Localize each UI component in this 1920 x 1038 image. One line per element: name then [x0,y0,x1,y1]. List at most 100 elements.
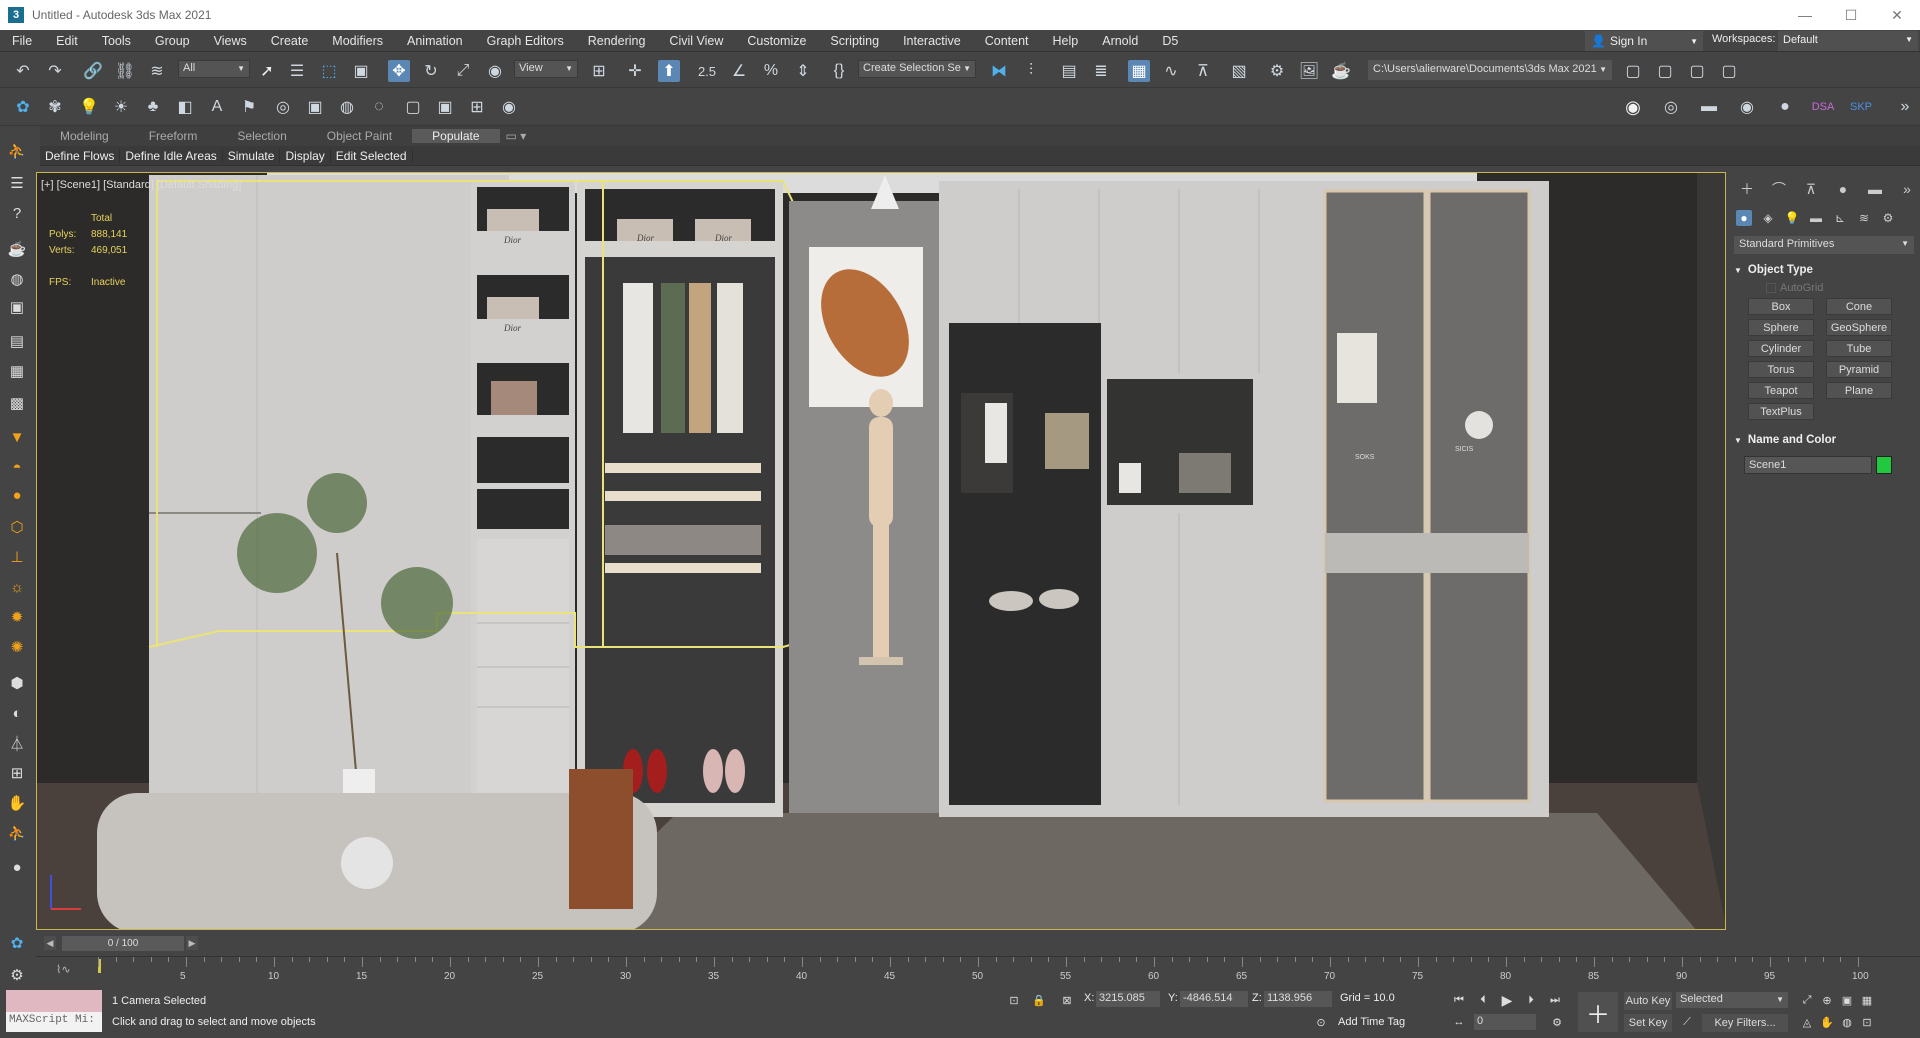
name-and-color-rollout[interactable]: ▼ Name and Color [1734,430,1914,450]
edit-named-selection-icon[interactable]: {} [828,60,850,82]
d5-render-icon[interactable]: ◉ [1622,96,1644,118]
simulate-button[interactable]: Simulate [223,148,281,163]
menu-animation[interactable]: Animation [395,34,475,48]
cone-button[interactable]: Cone [1826,298,1892,315]
populate-person-icon[interactable]: ⛹ [6,822,28,844]
skylight-icon[interactable]: ✹ [6,606,28,628]
motion-tab-icon[interactable]: ● [1832,179,1854,199]
grid-icon[interactable]: ⊞ [6,762,28,784]
dome-light-icon[interactable]: ◓ [6,456,28,478]
cameras-icon[interactable]: ▬ [1808,210,1824,226]
field-of-view-icon[interactable]: ◬ [1798,1014,1816,1030]
render-production-icon[interactable]: ☕ [1330,60,1352,82]
key-mode-icon[interactable]: ↔ [1450,1014,1468,1030]
project-folder-icon[interactable]: ▢ [1718,60,1740,82]
toggle-ribbon-icon[interactable]: ▦ [1128,60,1150,82]
arnold-ipr-icon[interactable]: ✾ [44,96,66,118]
close-button[interactable]: ✕ [1874,0,1920,30]
select-and-scale-icon[interactable]: ⤢ [452,60,474,82]
select-and-move-icon[interactable]: ✥ [388,60,410,82]
absolute-mode-icon[interactable]: ⊠ [1058,992,1076,1008]
d5-skp-icon[interactable]: SKP [1850,96,1872,118]
arnold-window-icon[interactable]: ▢ [402,96,424,118]
sphere-icon[interactable]: ◐ [6,702,28,724]
minimize-button[interactable]: — [1782,0,1828,30]
maximize-viewport-icon[interactable]: ⊡ [1858,1014,1876,1030]
y-coordinate-field[interactable]: -4846.514 [1180,991,1248,1007]
particle-icon[interactable]: ✿ [6,932,28,954]
time-tag-icon[interactable]: ⊙ [1312,1014,1330,1030]
window-crossing-icon[interactable]: ▣ [350,60,372,82]
arnold-flag-icon[interactable]: ⚑ [238,96,260,118]
isolate-selection-icon[interactable]: ⊡ [1005,992,1023,1008]
tab-populate[interactable]: Populate [412,129,500,143]
orbit-icon[interactable]: ◍ [1838,1014,1856,1030]
arnold-light-icon[interactable]: 💡 [78,96,100,118]
menu-help[interactable]: Help [1041,34,1091,48]
tab-modeling[interactable]: Modeling [40,129,129,143]
menu-arnold[interactable]: Arnold [1090,34,1150,48]
teapot-button[interactable]: Teapot [1748,382,1814,399]
zoom-icon[interactable]: ⤢ [1798,992,1816,1008]
rendered-frame-window-icon[interactable]: 🖼 [1298,60,1320,82]
scene-explorer-icon[interactable]: ☰ [6,172,28,194]
tab-object-paint[interactable]: Object Paint [307,129,412,143]
d5-sphere-icon[interactable]: ● [1774,96,1796,118]
bind-space-warp-icon[interactable]: ≋ [146,60,168,82]
perspective-viewport[interactable]: [+] [Scene1] [Standard] [Default Shading… [36,172,1726,930]
track-bar[interactable]: ⌇∿ 5 10 15 20 25 30 35 40 45 50 55 60 65 70 75 80 85 90 95… [36,956,1920,984]
layers-icon[interactable]: ▤ [6,330,28,352]
display-button[interactable]: Display [280,148,331,163]
menu-content[interactable]: Content [973,34,1041,48]
align-icon[interactable]: ⫶ [1020,60,1042,82]
go-to-start-icon[interactable]: ⏮ [1450,992,1468,1008]
redo-icon[interactable]: ↷ [44,60,66,82]
snaps-toggle-icon[interactable]: 2.5 [696,60,718,82]
menu-d5[interactable]: D5 [1150,34,1190,48]
box-button[interactable]: Box [1748,298,1814,315]
time-slider-thumb[interactable]: 0 / 100 [62,936,184,951]
create-tab-icon[interactable]: ＋ [1736,179,1758,199]
geosphere-button[interactable]: GeoSphere [1826,319,1892,336]
next-frame-icon[interactable]: ▶ [186,936,198,950]
maxscript-input[interactable]: MAXScript Mi: [6,1012,102,1032]
menu-views[interactable]: Views [202,34,259,48]
textplus-button[interactable]: TextPlus [1748,403,1814,420]
unlink-icon[interactable]: ⛓ [114,60,136,82]
menu-civil-view[interactable]: Civil View [657,34,735,48]
arnold-material-icon[interactable]: ▣ [304,96,326,118]
camera-icon[interactable]: ▩ [6,392,28,414]
arnold-bulb-icon[interactable]: ◌ [368,96,390,118]
settings-gear-icon[interactable]: ⚙ [6,964,28,986]
current-frame-field[interactable]: 0 [1474,1014,1536,1030]
d5-camera-icon[interactable]: ▬ [1698,96,1720,118]
mirror-icon[interactable]: ⧓ [988,60,1010,82]
pan-view-icon[interactable]: ✋ [1818,1014,1836,1030]
omni-light-icon[interactable]: ☼ [6,576,28,598]
ribbon-options-icon[interactable]: ▭ ▾ [500,129,533,143]
play-icon[interactable]: ▶ [1498,992,1516,1008]
add-time-tag[interactable]: Add Time Tag [1338,1016,1405,1028]
menu-create[interactable]: Create [259,34,321,48]
define-flows-button[interactable]: Define Flows [40,148,121,163]
maxscript-listener[interactable]: MAXScript Mi: [6,990,102,1036]
viewport-label[interactable]: [+] [Scene1] [Standard] [Default Shading… [41,179,241,191]
set-key-big-icon[interactable]: ＋ [1578,992,1618,1032]
helpers-icon[interactable]: ⊾ [1832,210,1848,226]
spinner-snap-icon[interactable]: ⇕ [792,60,814,82]
lights-icon[interactable]: 💡 [1784,210,1800,226]
define-idle-areas-button[interactable]: Define Idle Areas [120,148,223,163]
maximize-button[interactable]: ☐ [1828,0,1874,30]
sun-icon[interactable]: ● [6,484,28,506]
d5-photo-icon[interactable]: ◉ [1736,96,1758,118]
sunlight-icon[interactable]: ✺ [6,636,28,658]
plane-button[interactable]: Plane [1826,382,1892,399]
geometry-icon[interactable]: ● [1736,210,1752,226]
shapes-icon[interactable]: ◈ [1760,210,1776,226]
torus-icon[interactable]: ◍ [6,268,28,290]
zoom-extents-icon[interactable]: ▣ [1838,992,1856,1008]
utilities-tab-icon[interactable]: » [1896,179,1918,199]
geosphere-icon[interactable]: ⬡ [6,516,28,538]
render-icon[interactable]: ▦ [6,360,28,382]
autogrid-checkbox[interactable]: AutoGrid [1766,282,1920,294]
